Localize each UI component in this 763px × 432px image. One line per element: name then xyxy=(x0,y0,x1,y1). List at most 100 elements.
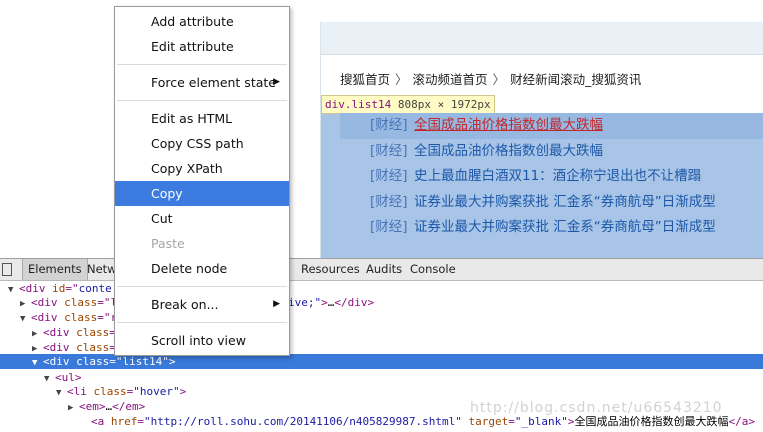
dom-tag-text: </div> xyxy=(334,296,375,309)
menu-item-force-element-state[interactable]: Force element state ▶ xyxy=(115,70,289,95)
tab-console[interactable]: Console xyxy=(405,259,461,280)
dom-tag-text: <div xyxy=(43,326,77,339)
dom-tag-text: <em> xyxy=(79,400,106,413)
dom-val-text: "http://roll.sohu.com/20141106/n40582998… xyxy=(144,415,462,428)
menu-item-paste: Paste xyxy=(115,231,289,256)
dom-tag-text: </em> xyxy=(112,400,146,413)
news-category[interactable]: [财经] xyxy=(340,139,414,165)
context-menu: Add attribute Edit attribute Force element… xyxy=(114,6,290,356)
menu-item-label: Cut xyxy=(151,211,173,226)
breadcrumb-separator: 〉 xyxy=(492,72,506,87)
menu-item-label: Edit attribute xyxy=(151,39,234,54)
expand-triangle-icon[interactable]: ▼ xyxy=(32,356,43,371)
dom-txt-text: 全国成品油价格指数创最大跌幅 xyxy=(574,415,729,428)
tab-elements[interactable]: Elements xyxy=(22,259,88,280)
dom-node-row[interactable]: ▼ <ul> xyxy=(0,370,763,385)
dom-tag-text: <div xyxy=(31,311,65,324)
dom-val-text: ive;" xyxy=(288,296,322,309)
menu-item-copy[interactable]: Copy xyxy=(115,181,289,206)
news-item[interactable]: [财经] 证券业最大并购案获批 汇金系“券商航母”日渐成型 xyxy=(340,215,763,241)
news-item[interactable]: [财经] 史上最血腥白酒双11：酒企称宁退出也不让槽蹋 xyxy=(340,164,763,190)
news-category[interactable]: [财经] xyxy=(340,215,414,241)
dom-tag-text: > xyxy=(321,296,328,309)
dom-node-row[interactable]: ▼ <div class="list14"> xyxy=(0,354,763,369)
breadcrumb-current: 财经新闻滚动_搜狐资讯 xyxy=(510,72,642,87)
chevron-right-icon: ▶ xyxy=(273,299,280,309)
menu-item-edit-as-html[interactable]: Edit as HTML xyxy=(115,106,289,131)
dom-tag-text: </a> xyxy=(728,415,756,428)
menu-item-label: Force element state xyxy=(151,75,276,90)
news-item[interactable]: [财经] 全国成品油价格指数创最大跌幅 xyxy=(340,113,763,139)
news-category[interactable]: [财经] xyxy=(340,113,414,139)
news-item[interactable]: [财经] 全国成品油价格指数创最大跌幅 xyxy=(340,139,763,165)
page-top-bar xyxy=(321,22,763,55)
dom-tag-text: <div xyxy=(43,341,77,354)
dom-tag-text: <div xyxy=(31,296,65,309)
menu-separator xyxy=(117,64,287,65)
breadcrumb-link-roll[interactable]: 滚动频道首页 xyxy=(413,72,488,87)
menu-separator xyxy=(117,286,287,287)
dom-attr-text: class xyxy=(76,355,110,368)
dom-attr-text: class xyxy=(93,385,127,398)
menu-item-label: Add attribute xyxy=(151,14,234,29)
dom-tag-text xyxy=(462,415,469,428)
dock-icon[interactable] xyxy=(2,263,12,276)
menu-item-label: Copy xyxy=(151,186,183,201)
breadcrumb: 搜狐首页〉滚动频道首页〉财经新闻滚动_搜狐资讯 xyxy=(340,69,641,88)
dom-node-row[interactable]: <a href="http://roll.sohu.com/20141106/n… xyxy=(0,414,763,429)
dom-node-row[interactable]: ▼ <li class="hover"> xyxy=(0,384,763,399)
dom-tag-text: = xyxy=(109,355,116,368)
menu-item-label: Copy XPath xyxy=(151,161,223,176)
news-title-link[interactable]: 史上最血腥白酒双11：酒企称宁退出也不让槽蹋 xyxy=(414,168,701,184)
chevron-right-icon: ▶ xyxy=(273,77,280,87)
dom-tag-text: <ul> xyxy=(55,371,82,384)
dom-tag-text: > xyxy=(168,355,176,368)
menu-item-copy-css-path[interactable]: Copy CSS path xyxy=(115,131,289,156)
dom-attr-text: class xyxy=(76,326,110,339)
tab-resources[interactable]: Resources xyxy=(296,259,365,280)
menu-item-label: Break on... xyxy=(151,297,219,312)
news-category[interactable]: [财经] xyxy=(340,164,414,190)
news-title-link[interactable]: 全国成品油价格指数创最大跌幅 xyxy=(414,143,603,159)
dom-val-text: "list14" xyxy=(115,355,169,368)
dom-tag-text: <a xyxy=(91,415,111,428)
tab-audits[interactable]: Audits xyxy=(361,259,407,280)
news-item[interactable]: [财经] 证券业最大并购案获批 汇金系“券商航母”日渐成型 xyxy=(340,190,763,216)
dom-attr-text: class xyxy=(76,341,110,354)
news-list: [财经] 全国成品油价格指数创最大跌幅 [财经] 全国成品油价格指数创最大跌幅 [财… xyxy=(340,113,763,241)
menu-item-label: Scroll into view xyxy=(151,333,246,348)
menu-item-delete-node[interactable]: Delete node xyxy=(115,256,289,281)
news-category[interactable]: [财经] xyxy=(340,190,414,216)
dom-tag-text: > xyxy=(567,415,575,428)
dom-tag-text: = xyxy=(508,415,515,428)
menu-item-cut[interactable]: Cut xyxy=(115,206,289,231)
inspect-tooltip-size: 808px × 1972px xyxy=(397,98,491,111)
dom-tag-text: <div xyxy=(43,355,77,368)
inspect-tooltip-selector: div.list14 xyxy=(325,98,392,111)
menu-item-copy-xpath[interactable]: Copy XPath xyxy=(115,156,289,181)
news-title-link[interactable]: 证券业最大并购案获批 汇金系“券商航母”日渐成型 xyxy=(414,194,716,210)
dom-attr-text: href xyxy=(110,415,138,428)
menu-item-label: Paste xyxy=(151,236,185,251)
dom-tag-text: =" xyxy=(65,282,79,295)
menu-item-add-attribute[interactable]: Add attribute xyxy=(115,9,289,34)
breadcrumb-separator: 〉 xyxy=(395,72,408,87)
menu-separator xyxy=(117,100,287,101)
menu-item-label: Copy CSS path xyxy=(151,136,244,151)
dom-tag-text: = xyxy=(137,415,144,428)
menu-item-scroll-into-view[interactable]: Scroll into view xyxy=(115,328,289,353)
dom-attr-text: class xyxy=(64,296,98,309)
dom-tag-text: <div xyxy=(19,282,53,295)
news-title-link[interactable]: 证券业最大并购案获批 汇金系“券商航母”日渐成型 xyxy=(414,219,716,235)
dom-val-text: "_blank" xyxy=(514,415,568,428)
breadcrumb-link-home[interactable]: 搜狐首页 xyxy=(340,72,390,87)
inspect-tooltip: div.list14 808px × 1972px xyxy=(321,95,495,114)
watermark: http://blog.csdn.net/u66543210 xyxy=(470,400,723,416)
menu-item-break-on[interactable]: Break on... ▶ xyxy=(115,292,289,317)
dom-node-tail: ive;">…</div> xyxy=(288,295,374,310)
news-title-link[interactable]: 全国成品油价格指数创最大跌幅 xyxy=(414,117,603,133)
dom-attr-text: class xyxy=(64,311,98,324)
menu-item-edit-attribute[interactable]: Edit attribute xyxy=(115,34,289,59)
menu-item-label: Delete node xyxy=(151,261,228,276)
menu-separator xyxy=(117,322,287,323)
